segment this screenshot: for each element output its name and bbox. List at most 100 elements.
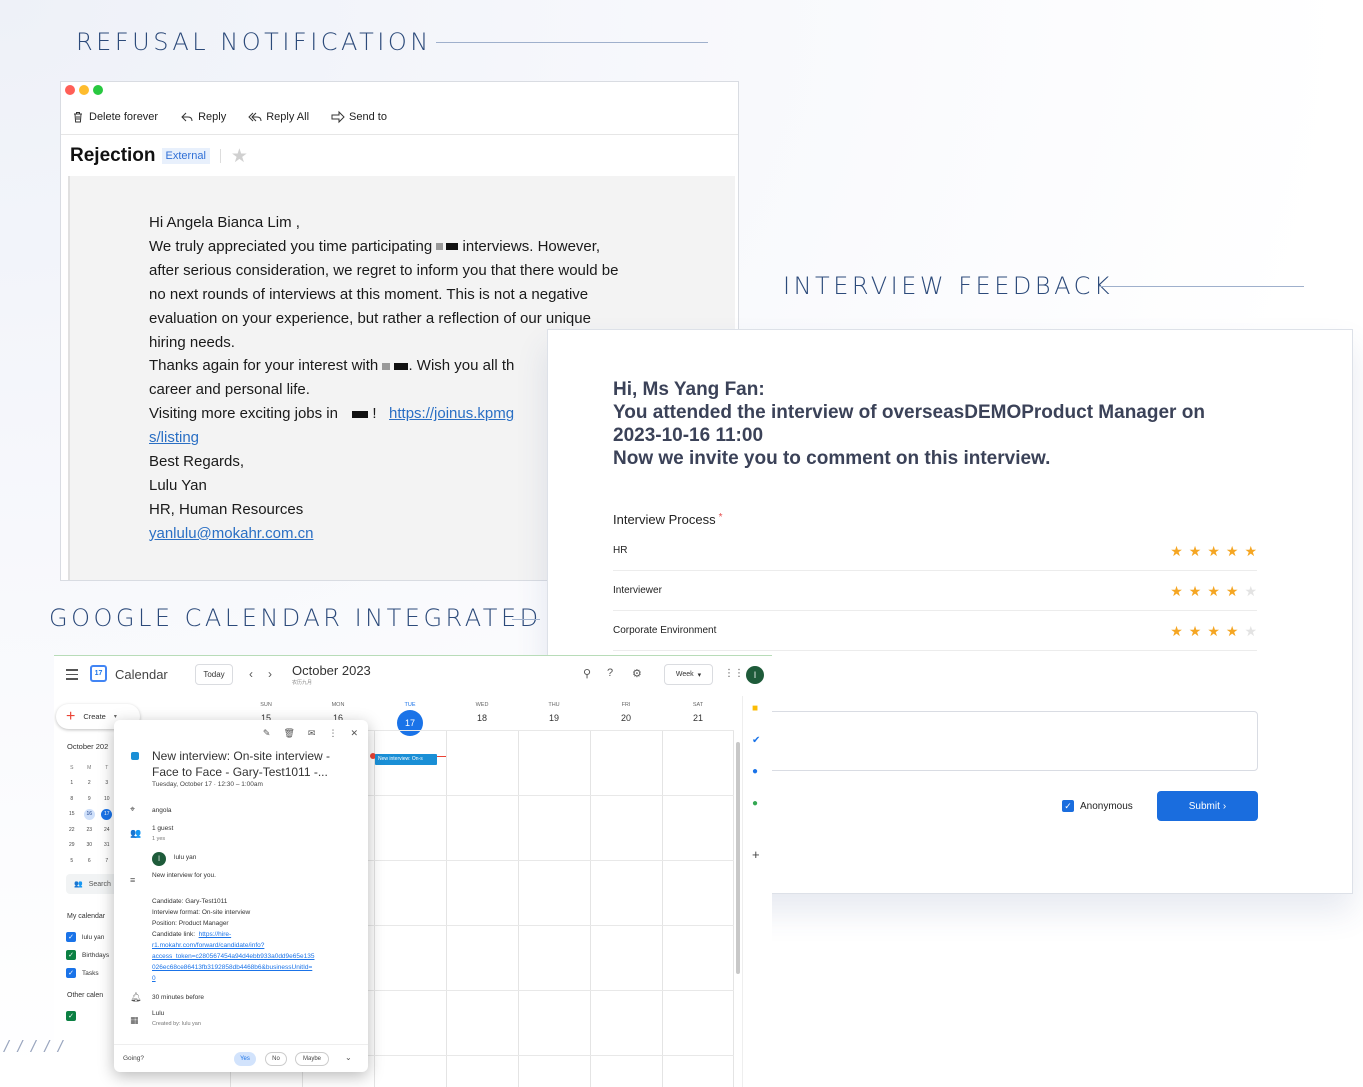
close-icon[interactable]: ✕ [350,728,358,739]
star-filled-icon[interactable]: ★ [1226,544,1239,558]
rsvp-no-button[interactable]: No [265,1052,287,1066]
next-week-icon[interactable]: › [268,667,272,681]
mini-day-today[interactable]: 17 [98,808,116,820]
help-icon[interactable]: ? [607,667,613,679]
checkbox[interactable]: ✓ [66,1011,76,1021]
sender-email-link[interactable]: yanlulu@mokahr.com.cn [149,525,313,542]
mini-day[interactable]: 2 [81,780,99,786]
contacts-icon[interactable]: ● [752,767,758,777]
mini-day[interactable]: 30 [81,842,99,848]
star-empty-icon[interactable]: ★ [1244,624,1257,638]
account-avatar[interactable]: l [746,666,764,684]
jobs-link-cont[interactable]: s/listing [149,429,199,446]
mini-day[interactable]: 5 [63,858,81,864]
calendar-toggle[interactable]: ✓ Tasks [66,968,99,978]
star-filled-icon[interactable]: ★ [1170,544,1183,558]
minimize-dot[interactable] [79,85,89,95]
more-options-icon[interactable]: ⋮ [328,728,337,739]
search-icon[interactable]: ⚲ [583,667,591,680]
event-chip[interactable]: New interview: On-s [375,754,437,765]
prev-week-icon[interactable]: ‹ [249,667,253,681]
delete-forever-button[interactable]: Delete forever [71,110,158,124]
star-filled-icon[interactable]: ★ [1226,584,1239,598]
scrollbar[interactable] [736,742,740,974]
mini-day[interactable]: 1 [63,780,81,786]
candidate-link[interactable]: 026ec68ce86413fb3192858db4468b6&business… [152,964,312,971]
add-icon[interactable]: + [752,848,760,861]
mini-day[interactable]: 23 [81,827,99,833]
rsvp-yes-button[interactable]: Yes [234,1052,256,1066]
star-filled-icon[interactable]: ★ [1170,624,1183,638]
edit-icon[interactable]: ✎ [263,728,271,739]
star-filled-icon[interactable]: ★ [1207,624,1220,638]
guest-count: 1 guest [152,825,174,832]
view-selector[interactable]: Week ▾ [664,664,713,685]
anonymous-checkbox[interactable]: ✓ [1062,800,1074,812]
calendar-window: 17 Calendar Today ‹ › October 2023 农历九月 … [54,655,772,1087]
mini-day[interactable]: 8 [63,796,81,802]
today-button[interactable]: Today [195,664,233,685]
checkbox[interactable]: ✓ [66,968,76,978]
candidate-link[interactable]: r1.mokahr.com/forward/candidate/info? [152,942,264,949]
location-icon: ⌖ [130,804,136,814]
star-filled-icon[interactable]: ★ [1207,584,1220,598]
mini-day[interactable]: 22 [63,827,81,833]
reply-button[interactable]: Reply [180,110,226,124]
star-filled-icon[interactable]: ★ [1189,544,1202,558]
comment-textarea[interactable] [768,711,1258,771]
other-calendars-label[interactable]: Other calen [67,992,103,999]
maximize-dot[interactable] [93,85,103,95]
calendar-toggle[interactable]: ✓ [66,1011,76,1021]
calendar-toggle[interactable]: ✓ Birthdays [66,950,109,960]
email-icon[interactable]: ✉ [308,728,316,739]
mini-day-selected[interactable]: 16 [81,808,99,820]
star-icon[interactable]: ★ [231,147,248,166]
calendar-toggle[interactable]: ✓ lulu yan [66,932,104,942]
star-filled-icon[interactable]: ★ [1244,544,1257,558]
anonymous-option[interactable]: ✓ Anonymous [1062,800,1133,812]
star-filled-icon[interactable]: ★ [1226,624,1239,638]
menu-icon[interactable] [66,669,78,683]
checkbox[interactable]: ✓ [66,950,76,960]
submit-button[interactable]: Submit › [1157,791,1258,821]
mini-day[interactable]: 15 [63,811,81,817]
plus-icon: + [66,707,76,725]
send-to-button[interactable]: Send to [331,110,387,124]
chevron-down-icon[interactable]: ⌄ [345,1053,352,1062]
keep-icon[interactable]: ■ [752,704,758,714]
star-filled-icon[interactable]: ★ [1170,584,1183,598]
calendar-toggle-label: Birthdays [82,951,110,959]
reply-all-button[interactable]: Reply All [248,110,309,124]
rsvp-maybe-button[interactable]: Maybe [295,1052,329,1066]
my-calendars-label[interactable]: My calendar [67,913,105,920]
candidate-link[interactable]: access_token=c280567454a94d4ebb933a0dd9e… [152,953,314,960]
mini-day[interactable]: 24 [98,827,116,833]
position-line: Position: Product Manager [152,920,229,927]
mini-day[interactable]: 31 [98,842,116,848]
external-badge: External [161,148,210,164]
candidate-link[interactable]: https://hire- [199,931,232,938]
mini-day[interactable]: 7 [98,858,116,864]
settings-icon[interactable]: ⚙ [632,667,642,680]
close-dot[interactable] [65,85,75,95]
maps-icon[interactable]: ● [752,799,758,809]
jobs-link[interactable]: https://joinus.kpmg [389,405,514,422]
mini-day[interactable]: 9 [81,796,99,802]
star-rating[interactable]: ★ ★ ★ ★ ★ [1170,544,1257,558]
delete-icon[interactable]: 🗑 [283,728,294,739]
candidate-link[interactable]: 0 [152,975,156,982]
tasks-icon[interactable]: ✔ [752,736,760,746]
star-filled-icon[interactable]: ★ [1189,584,1202,598]
mini-day[interactable]: 29 [63,842,81,848]
star-filled-icon[interactable]: ★ [1189,624,1202,638]
mini-day[interactable]: 10 [98,796,116,802]
star-filled-icon[interactable]: ★ [1207,544,1220,558]
star-rating[interactable]: ★ ★ ★ ★ ★ [1170,584,1257,598]
mini-day[interactable]: 3 [98,780,116,786]
checkbox[interactable]: ✓ [66,932,76,942]
star-empty-icon[interactable]: ★ [1244,584,1257,598]
app-title: Calendar [115,667,168,682]
apps-grid-icon[interactable]: ⋮⋮ [724,668,744,679]
mini-day[interactable]: 6 [81,858,99,864]
star-rating[interactable]: ★ ★ ★ ★ ★ [1170,624,1257,638]
